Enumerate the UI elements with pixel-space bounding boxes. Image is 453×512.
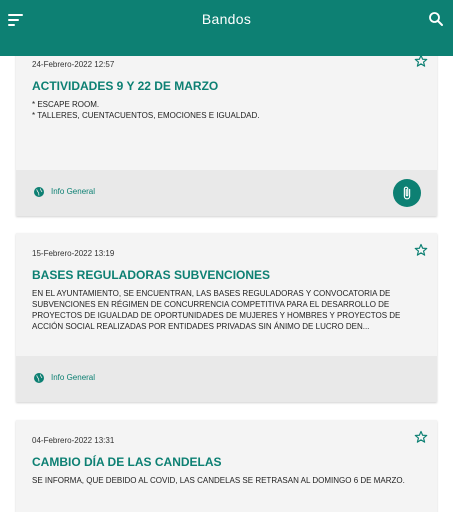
search-icon[interactable] (427, 10, 445, 28)
app-bar: Bandos (0, 0, 453, 56)
attachment-button[interactable] (393, 179, 421, 207)
bando-title: BASES REGULADORAS SUBVENCIONES (32, 268, 271, 282)
bando-title: ACTIVIDADES 9 Y 22 DE MARZO (32, 79, 219, 93)
paperclip-icon (403, 186, 411, 200)
category-label[interactable]: Info General (51, 187, 95, 196)
bando-date: 15-Febrero-2022 13:19 (32, 249, 115, 258)
globe-icon (34, 373, 44, 383)
globe-icon (34, 187, 44, 197)
bando-text: * ESCAPE ROOM. * TALLERES, CUENTACUENTOS… (32, 100, 260, 120)
bando-date: 24-Febrero-2022 12:57 (32, 60, 115, 69)
bando-title: CAMBIO DÍA DE LAS CANDELAS (32, 455, 222, 469)
bando-card[interactable]: 15-Febrero-2022 13:19 BASES REGULADORAS … (16, 233, 437, 402)
bando-text: SE INFORMA, QUE DEBIDO AL COVID, LAS CAN… (32, 476, 405, 485)
star-outline-icon[interactable] (414, 243, 428, 257)
bando-date: 04-Febrero-2022 13:31 (32, 436, 115, 445)
app-title: Bandos (201, 11, 252, 27)
bando-footer: Info General (16, 356, 437, 402)
bando-card[interactable]: 04-Febrero-2022 13:31 CAMBIO DÍA DE LAS … (16, 420, 437, 512)
bando-text: EN EL AYUNTAMIENTO, SE ENCUENTRAN, LAS B… (32, 289, 401, 331)
star-outline-icon[interactable] (414, 430, 428, 444)
category-label[interactable]: Info General (51, 373, 95, 382)
bando-card[interactable]: 24-Febrero-2022 12:57 ACTIVIDADES 9 Y 22… (16, 44, 437, 216)
bando-footer: Info General (16, 170, 437, 216)
star-outline-icon[interactable] (414, 54, 428, 68)
